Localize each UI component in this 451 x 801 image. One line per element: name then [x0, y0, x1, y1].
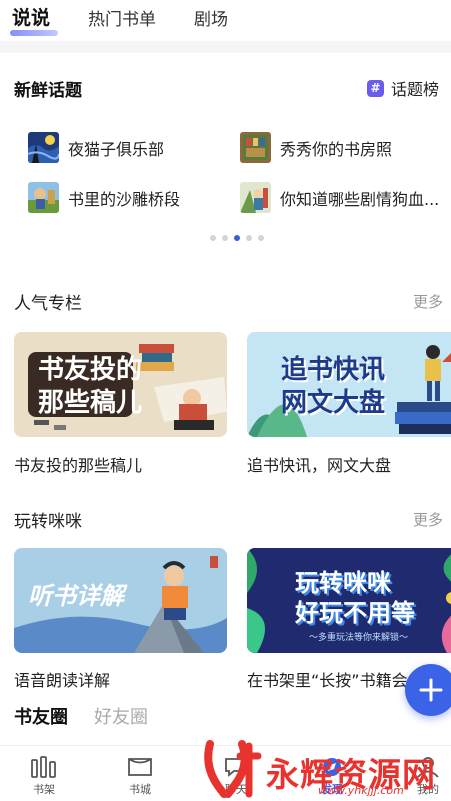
column-card-news[interactable]: 追书快讯 网文大盘 [247, 332, 451, 437]
nav-label: 书城 [129, 783, 151, 796]
fresh-topics-title: 新鲜话题 [14, 81, 82, 101]
topic-rank-label: 话题榜 [390, 80, 439, 99]
topic-thumbnail [28, 182, 59, 213]
mimi-card-listen[interactable]: 听书详解 [14, 548, 227, 653]
pager-dot[interactable] [258, 235, 264, 241]
hash-icon: # [366, 79, 384, 97]
card-art-text: 听书详解 [28, 580, 124, 613]
nav-chat[interactable]: 聊天 [206, 756, 266, 797]
topic-thumbnail [240, 132, 271, 163]
card-art-line: 追书快讯 [281, 355, 386, 385]
active-tab-indicator [10, 30, 58, 36]
chat-icon [225, 758, 247, 777]
circle-tab-bar: 书友圈 好友圈 [14, 703, 174, 729]
topic-item[interactable]: 夜猫子俱乐部 [28, 132, 164, 163]
carousel-pager [210, 235, 270, 241]
topic-label: 书里的沙雕桥段 [68, 189, 181, 209]
plus-icon [419, 678, 443, 702]
tab-label: 说说 [12, 7, 51, 29]
topic-item[interactable]: 书里的沙雕桥段 [28, 182, 180, 213]
card-caption: 书友投的那些稿儿 [14, 456, 143, 475]
compose-fab[interactable] [405, 664, 451, 716]
column-card-submissions[interactable]: 书友投的 那些稿儿 [14, 332, 227, 437]
tab-friend-circle[interactable]: 好友圈 [94, 703, 148, 729]
top-tab-bar: 说说 热门书单 剧场 [0, 0, 451, 40]
pager-dot[interactable] [210, 235, 216, 241]
pager-dot[interactable] [246, 235, 252, 241]
tab-theater[interactable]: 剧场 [194, 5, 228, 30]
card-art-subtitle: ～多重玩法等你来解锁～ [309, 633, 409, 643]
card-art-line: 玩转咪咪 [295, 569, 391, 597]
card-art-line: 那些稿儿 [38, 388, 143, 418]
card-caption: 追书快讯，网文大盘 [247, 456, 392, 475]
tab-shuoshuo[interactable]: 说说 [10, 3, 58, 36]
card-art-text: 追书快讯 网文大盘 [281, 354, 385, 420]
bars-icon [31, 756, 56, 778]
card-art-line: 网文大盘 [281, 388, 386, 418]
nav-label: 聊天 [225, 783, 247, 796]
watermark-url: www.yhkjjj.com [318, 784, 404, 797]
tab-label: 剧场 [194, 10, 229, 30]
tab-book-circle[interactable]: 书友圈 [14, 703, 68, 729]
topic-label: 你知道哪些剧情狗血... [280, 189, 440, 209]
card-art-text: 书友投的 那些稿儿 [38, 354, 142, 420]
nav-bookstore[interactable]: 书城 [110, 756, 170, 797]
card-art-line: 书友投的 [38, 355, 143, 385]
nav-label: 书架 [33, 783, 55, 796]
topic-item[interactable]: 你知道哪些剧情狗血... [240, 182, 439, 213]
popular-columns-title: 人气专栏 [14, 294, 82, 314]
pager-dot[interactable] [222, 235, 228, 241]
card-art-line: 听书详解 [28, 582, 124, 610]
popular-columns-more[interactable]: 更多 [413, 291, 443, 312]
card-art-line: 好玩不用等 [295, 599, 415, 627]
topic-thumbnail [28, 132, 59, 163]
topic-rank-button[interactable]: # 话题榜 [366, 76, 439, 100]
card-caption: 在书架里“长按”书籍会... [247, 671, 423, 690]
tab-label: 热门书单 [88, 10, 157, 30]
book-icon [128, 758, 152, 776]
tab-hot-booklists[interactable]: 热门书单 [88, 5, 156, 30]
topic-thumbnail [240, 182, 271, 213]
play-mimi-title: 玩转咪咪 [14, 512, 82, 532]
section-divider [0, 41, 451, 53]
card-art-text: 玩转咪咪 好玩不用等 [295, 568, 415, 628]
play-mimi-more[interactable]: 更多 [413, 509, 443, 530]
topic-item[interactable]: 秀秀你的书房照 [240, 132, 392, 163]
nav-bookshelf[interactable]: 书架 [14, 756, 74, 797]
topic-label: 秀秀你的书房照 [280, 139, 393, 159]
mimi-card-play[interactable]: 玩转咪咪 好玩不用等 ～多重玩法等你来解锁～ [247, 548, 451, 653]
topic-label: 夜猫子俱乐部 [68, 139, 165, 159]
pager-dot-active[interactable] [234, 235, 240, 241]
card-caption: 语音朗读详解 [14, 671, 111, 690]
